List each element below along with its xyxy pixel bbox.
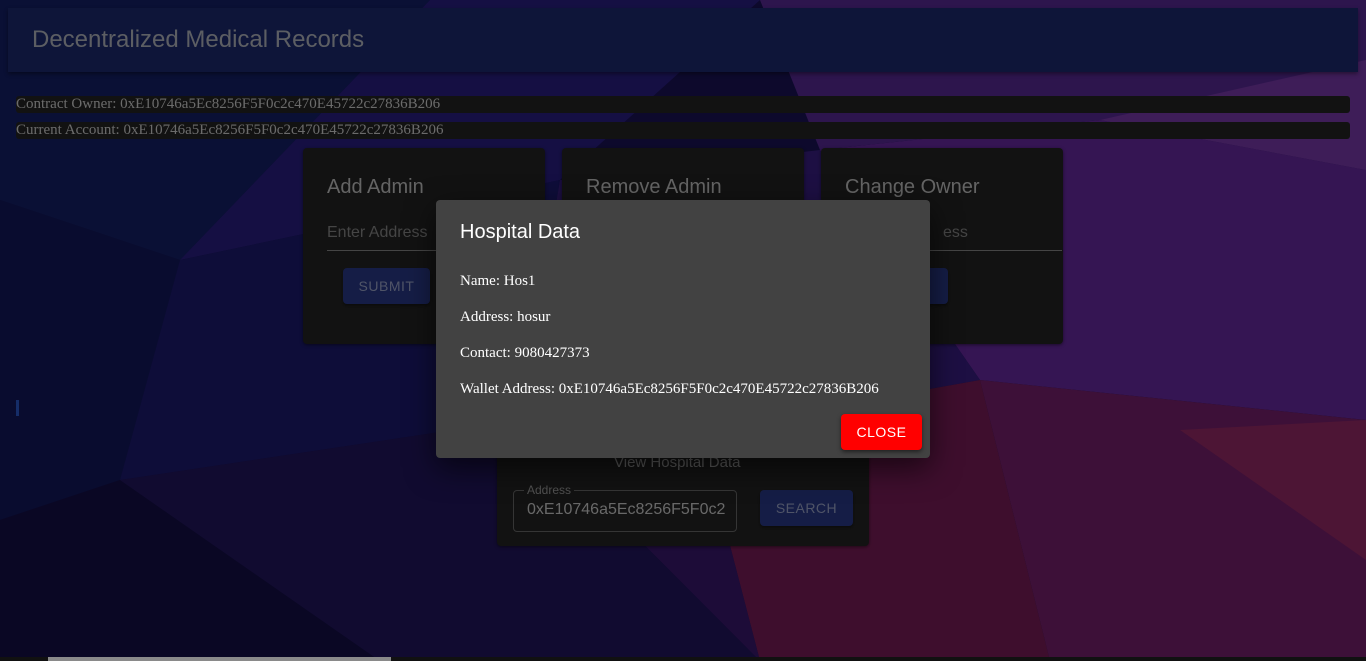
hospital-address: Address: hosur [460, 309, 551, 325]
horizontal-scrollbar[interactable] [0, 657, 1366, 661]
dialog-title: Hospital Data [460, 221, 581, 243]
hospital-name: Name: Hos1 [460, 273, 536, 289]
scrollbar-thumb[interactable] [48, 657, 391, 661]
hospital-contact: Contact: 9080427373 [460, 345, 590, 361]
hospital-wallet-address: Wallet Address: 0xE10746a5Ec8256F5F0c2c4… [460, 381, 879, 397]
close-button[interactable]: CLOSE [841, 414, 922, 450]
hospital-data-dialog: Hospital Data Name: Hos1 Address: hosur … [436, 200, 930, 458]
